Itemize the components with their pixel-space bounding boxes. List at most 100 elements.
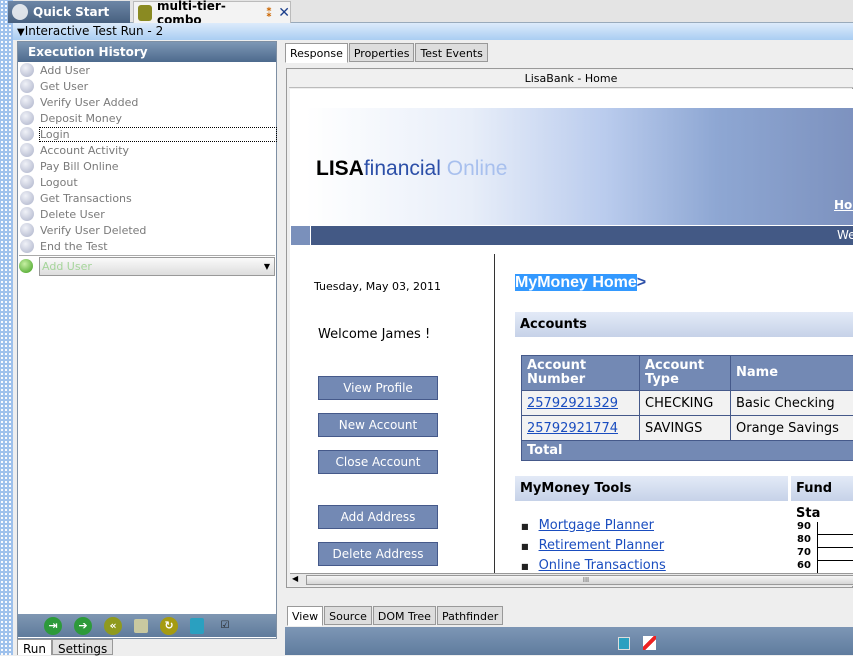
nav-text: We bbox=[837, 228, 853, 242]
step-item[interactable]: Get Transactions bbox=[18, 190, 276, 206]
step-item[interactable]: Delete User bbox=[18, 206, 276, 222]
next-step-combobox[interactable]: Add User bbox=[19, 255, 275, 276]
mortgage-planner-link[interactable]: Mortgage Planner bbox=[521, 518, 654, 533]
editor-tab-bar: Quick Start multi-tier-combo⁑✕ bbox=[13, 0, 853, 23]
step-item[interactable]: Logout bbox=[18, 174, 276, 190]
step-label: Account Activity bbox=[40, 144, 129, 157]
tab-properties[interactable]: Properties bbox=[349, 43, 415, 62]
step-status-icon bbox=[20, 191, 34, 205]
fund-chart-axis: 90 80 70 60 bbox=[797, 520, 811, 572]
step-status-icon bbox=[20, 63, 34, 77]
accounts-header: Accounts bbox=[515, 312, 853, 337]
column-divider bbox=[494, 254, 495, 574]
tab-label: Quick Start bbox=[33, 5, 109, 19]
tab-quick-start[interactable]: Quick Start bbox=[8, 1, 130, 23]
tab-source[interactable]: Source bbox=[324, 606, 372, 625]
step-label: Verify User Added bbox=[40, 96, 138, 109]
step-item[interactable]: Verify User Added bbox=[18, 94, 276, 110]
restart-icon[interactable]: ↻ bbox=[160, 617, 178, 635]
step-status-icon bbox=[20, 127, 34, 141]
response-tabs: Response Properties Test Events bbox=[285, 43, 489, 63]
step-label: Pay Bill Online bbox=[40, 160, 119, 173]
pin-icon[interactable]: ⁑ bbox=[266, 6, 272, 20]
welcome-text: Welcome James ! bbox=[318, 327, 430, 342]
delete-icon[interactable] bbox=[190, 618, 204, 634]
execution-history-panel: Execution History Add UserGet UserVerify… bbox=[17, 41, 277, 639]
tab-test-events[interactable]: Test Events bbox=[415, 43, 487, 62]
step-label: Verify User Deleted bbox=[40, 224, 146, 237]
step-label: Get Transactions bbox=[40, 192, 132, 205]
step-item[interactable]: Add User bbox=[18, 62, 276, 78]
test-case-icon bbox=[138, 5, 152, 21]
account-link[interactable]: 25792921329 bbox=[527, 396, 618, 411]
execution-history-title: Execution History bbox=[18, 42, 276, 62]
delete-address-button[interactable]: Delete Address bbox=[318, 542, 438, 566]
logo-light: Online bbox=[441, 157, 508, 180]
step-label: Login bbox=[40, 128, 276, 141]
table-header-row: Account Number Account Type Name bbox=[522, 356, 853, 391]
tick-label: 80 bbox=[797, 533, 811, 546]
next-step-icon[interactable]: ➔ bbox=[74, 617, 92, 635]
tick-label: 70 bbox=[797, 546, 811, 559]
step-item[interactable]: Account Activity bbox=[18, 142, 276, 158]
account-name: Basic Checking bbox=[731, 391, 853, 416]
new-account-button[interactable]: New Account bbox=[318, 413, 438, 437]
tick-label: 90 bbox=[797, 520, 811, 533]
tab-response[interactable]: Response bbox=[285, 43, 348, 63]
tab-run[interactable]: Run bbox=[17, 639, 52, 655]
home-link[interactable]: Hor bbox=[834, 198, 853, 212]
step-item[interactable]: Deposit Money bbox=[18, 110, 276, 126]
close-icon[interactable]: ✕ bbox=[278, 5, 290, 21]
tick-label: 60 bbox=[797, 559, 811, 572]
tab-settings[interactable]: Settings bbox=[52, 639, 113, 655]
step-item[interactable]: Pay Bill Online bbox=[18, 158, 276, 174]
date-text: Tuesday, May 03, 2011 bbox=[314, 280, 441, 293]
run-title-bar[interactable]: ▼Interactive Test Run - 2 bbox=[13, 23, 853, 40]
export-icon[interactable] bbox=[643, 636, 656, 650]
fund-chart-grid bbox=[817, 522, 853, 574]
tab-pathfinder[interactable]: Pathfinder bbox=[437, 606, 503, 625]
scroll-left-icon[interactable]: ◀ bbox=[292, 574, 298, 583]
step-status-icon bbox=[20, 95, 34, 109]
account-type: SAVINGS bbox=[640, 416, 731, 441]
checklist-icon[interactable]: ☑ bbox=[216, 617, 234, 635]
horizontal-scrollbar[interactable]: ◀ III bbox=[290, 573, 853, 586]
add-address-button[interactable]: Add Address bbox=[318, 505, 438, 529]
step-item[interactable]: Get User bbox=[18, 78, 276, 94]
site-nav-bar bbox=[291, 225, 853, 245]
heading-text: MyMoney Home bbox=[515, 274, 637, 291]
tools-header: MyMoney Tools bbox=[515, 476, 788, 501]
response-toolbar bbox=[285, 627, 853, 655]
tab-view[interactable]: View bbox=[287, 606, 323, 626]
online-transactions-link[interactable]: Online Transactions bbox=[521, 558, 666, 573]
step-label: Add User bbox=[40, 64, 90, 77]
col-name: Name bbox=[731, 356, 853, 391]
rewind-icon[interactable]: « bbox=[104, 617, 122, 635]
nav-square bbox=[291, 226, 311, 245]
save-icon[interactable] bbox=[134, 619, 148, 633]
quick-start-icon bbox=[12, 4, 28, 20]
step-item[interactable]: Verify User Deleted bbox=[18, 222, 276, 238]
run-title: Interactive Test Run - 2 bbox=[25, 24, 164, 38]
total-label: Total bbox=[522, 441, 853, 461]
execute-step-icon[interactable]: ⇥ bbox=[44, 617, 62, 635]
account-link[interactable]: 25792921774 bbox=[527, 421, 618, 436]
retirement-planner-link[interactable]: Retirement Planner bbox=[521, 538, 664, 553]
collapse-icon[interactable]: ▼ bbox=[17, 27, 25, 38]
logo-bold: LISA bbox=[316, 157, 364, 180]
step-status-icon bbox=[20, 143, 34, 157]
tab-multi-tier-combo[interactable]: multi-tier-combo⁑✕ bbox=[133, 1, 291, 23]
close-account-button[interactable]: Close Account bbox=[318, 450, 438, 474]
step-item[interactable]: Login bbox=[18, 126, 276, 142]
run-toolbar: ⇥ ➔ « ↻ ☑ bbox=[18, 614, 276, 637]
accounts-table: Account Number Account Type Name 2579292… bbox=[521, 355, 853, 461]
green-status-icon bbox=[19, 259, 33, 273]
step-status-icon bbox=[20, 111, 34, 125]
view-profile-button[interactable]: View Profile bbox=[318, 376, 438, 400]
next-step-value[interactable]: Add User bbox=[39, 257, 275, 276]
view-icon[interactable] bbox=[618, 637, 630, 650]
scroll-thumb[interactable]: III bbox=[306, 575, 853, 585]
page-heading: MyMoney Home> bbox=[515, 274, 646, 292]
step-item[interactable]: End the Test bbox=[18, 238, 276, 254]
tab-dom-tree[interactable]: DOM Tree bbox=[373, 606, 436, 625]
